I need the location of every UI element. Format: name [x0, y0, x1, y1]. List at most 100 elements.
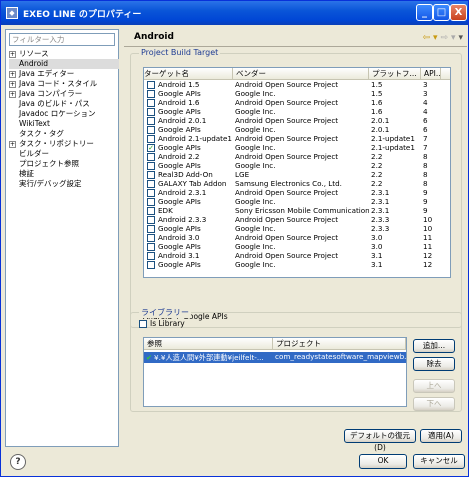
tree-item[interactable]: ビルダー: [9, 149, 119, 159]
target-checkbox[interactable]: [147, 188, 155, 197]
target-platform: 2.2: [371, 170, 383, 179]
tree-item[interactable]: + Java エディター: [9, 69, 119, 79]
target-row[interactable]: Google APIs Google Inc. 2.3.3 10: [144, 224, 450, 233]
filter-input[interactable]: フィルター入力: [9, 33, 115, 46]
target-row[interactable]: Google APIs Google Inc. 1.6 4: [144, 107, 450, 116]
target-row[interactable]: EDK Sony Ericsson Mobile Communication...…: [144, 206, 450, 215]
tree-item[interactable]: WikiText: [9, 119, 119, 129]
target-row[interactable]: ✓ Google APIs Google Inc. 2.1-update1 7: [144, 143, 450, 152]
target-row[interactable]: Google APIs Google Inc. 1.5 3: [144, 89, 450, 98]
apply-button[interactable]: 適用(A): [420, 429, 462, 443]
col-api[interactable]: API...: [421, 68, 441, 79]
target-name: Google APIs: [158, 89, 201, 98]
target-checkbox[interactable]: [147, 224, 155, 233]
move-down-button[interactable]: 下へ: [413, 397, 455, 411]
target-checkbox[interactable]: [147, 251, 155, 260]
tree-item[interactable]: + Java コンパイラー: [9, 89, 119, 99]
target-vendor: Google Inc.: [235, 125, 276, 134]
target-vendor: Google Inc.: [235, 143, 276, 152]
target-row[interactable]: Google APIs Google Inc. 3.1 12: [144, 260, 450, 269]
expand-plus-icon[interactable]: +: [9, 50, 16, 58]
close-button[interactable]: X: [450, 4, 467, 21]
target-checkbox[interactable]: [147, 233, 155, 242]
target-checkbox[interactable]: [147, 107, 155, 116]
view-menu-icon[interactable]: ▾: [458, 33, 463, 43]
target-checkbox[interactable]: [147, 206, 155, 215]
target-checkbox[interactable]: ✓: [147, 143, 155, 152]
target-platform: 2.2: [371, 179, 383, 188]
target-row[interactable]: Google APIs Google Inc. 3.0 11: [144, 242, 450, 251]
back-arrow-icon[interactable]: ⇦ ▾: [423, 33, 438, 43]
target-row[interactable]: Android 2.1-update1 Android Open Source P…: [144, 134, 450, 143]
remove-library-button[interactable]: 除去: [413, 357, 455, 371]
restore-defaults-button[interactable]: デフォルトの復元(D): [344, 429, 416, 452]
target-row[interactable]: Google APIs Google Inc. 2.0.1 6: [144, 125, 450, 134]
target-platform: 3.1: [371, 260, 383, 269]
add-library-button[interactable]: 追加...: [413, 339, 455, 353]
tree-item[interactable]: + タスク・リポジトリー: [9, 139, 119, 149]
target-checkbox[interactable]: [147, 98, 155, 107]
ok-button[interactable]: OK: [359, 454, 407, 469]
tree-item[interactable]: 検証: [9, 169, 119, 179]
target-checkbox[interactable]: [147, 116, 155, 125]
help-icon[interactable]: ?: [10, 454, 26, 470]
cancel-button[interactable]: キャンセル: [413, 454, 465, 469]
target-api: 8: [423, 152, 428, 161]
library-row[interactable]: ✔ ¥.¥人造人間¥外部連動¥jeilfelt-... com_readysta…: [144, 352, 406, 363]
target-row[interactable]: GALAXY Tab Addon Samsung Electronics Co.,…: [144, 179, 450, 188]
tree-item[interactable]: 実行/デバッグ設定: [9, 179, 119, 189]
target-checkbox[interactable]: [147, 161, 155, 170]
tree-item[interactable]: + リソース: [9, 49, 119, 59]
expand-plus-icon[interactable]: +: [9, 80, 16, 88]
target-platform: 2.3.1: [371, 206, 390, 215]
target-checkbox[interactable]: [147, 134, 155, 143]
target-row[interactable]: Google APIs Google Inc. 2.3.1 9: [144, 197, 450, 206]
target-name: Android 2.3.3: [158, 215, 207, 224]
expand-plus-icon[interactable]: +: [9, 70, 16, 78]
target-checkbox[interactable]: [147, 152, 155, 161]
target-checkbox[interactable]: [147, 215, 155, 224]
forward-arrow-icon[interactable]: ⇨ ▾: [441, 33, 456, 43]
target-name-cell: Android 2.3.3: [144, 215, 233, 224]
target-row[interactable]: Android 2.2 Android Open Source Project 2.…: [144, 152, 450, 161]
target-checkbox[interactable]: [147, 125, 155, 134]
target-row[interactable]: Real3D Add-On LGE 2.2 8: [144, 170, 450, 179]
tree-item[interactable]: Javadoc ロケーション: [9, 109, 119, 119]
tree-item[interactable]: プロジェクト参照: [9, 159, 119, 169]
target-checkbox[interactable]: [147, 170, 155, 179]
expand-plus-icon[interactable]: +: [9, 90, 16, 98]
target-row[interactable]: Android 1.6 Android Open Source Project 1.…: [144, 98, 450, 107]
target-checkbox[interactable]: [147, 197, 155, 206]
target-checkbox[interactable]: [147, 260, 155, 269]
tree-item[interactable]: + Java コード・スタイル: [9, 79, 119, 89]
col-target-name[interactable]: ターゲット名: [144, 68, 233, 79]
minimize-button[interactable]: _: [416, 4, 433, 21]
tree-item[interactable]: タスク・タグ: [9, 129, 119, 139]
target-row[interactable]: Android 2.3.1 Android Open Source Project…: [144, 188, 450, 197]
target-row[interactable]: Android 3.0 Android Open Source Project 3.…: [144, 233, 450, 242]
target-row[interactable]: Android 3.1 Android Open Source Project 3.…: [144, 251, 450, 260]
property-page: Android ⇦ ▾ ⇨ ▾ ▾ Project Build Target タ…: [124, 29, 467, 452]
tree-item-label: タスク・リポジトリー: [19, 139, 94, 148]
col-project[interactable]: プロジェクト: [273, 338, 406, 349]
tree-item[interactable]: Java のビルド・パス: [9, 99, 119, 109]
nav-arrows: ⇦ ▾ ⇨ ▾ ▾: [423, 33, 463, 43]
target-row[interactable]: Android 1.5 Android Open Source Project 1.…: [144, 80, 450, 89]
target-checkbox[interactable]: [147, 242, 155, 251]
expand-plus-icon[interactable]: +: [9, 140, 16, 148]
is-library-checkbox[interactable]: Is Library: [139, 319, 185, 328]
target-checkbox[interactable]: [147, 80, 155, 89]
move-up-button[interactable]: 上へ: [413, 379, 455, 393]
col-platform[interactable]: プラットフ...: [369, 68, 421, 79]
title-bar[interactable]: ◆ EXEO LINE のプロパティー _ □ X: [1, 1, 468, 25]
col-vendor[interactable]: ベンダー: [233, 68, 369, 79]
tree-item[interactable]: Android: [9, 59, 119, 69]
target-row[interactable]: Google APIs Google Inc. 2.2 8: [144, 161, 450, 170]
target-name-cell: Google APIs: [144, 224, 233, 233]
target-row[interactable]: Android 2.3.3 Android Open Source Project…: [144, 215, 450, 224]
target-checkbox[interactable]: [147, 89, 155, 98]
col-reference[interactable]: 参照: [144, 338, 274, 349]
target-row[interactable]: Android 2.0.1 Android Open Source Project…: [144, 116, 450, 125]
target-checkbox[interactable]: [147, 179, 155, 188]
maximize-button[interactable]: □: [433, 4, 450, 21]
